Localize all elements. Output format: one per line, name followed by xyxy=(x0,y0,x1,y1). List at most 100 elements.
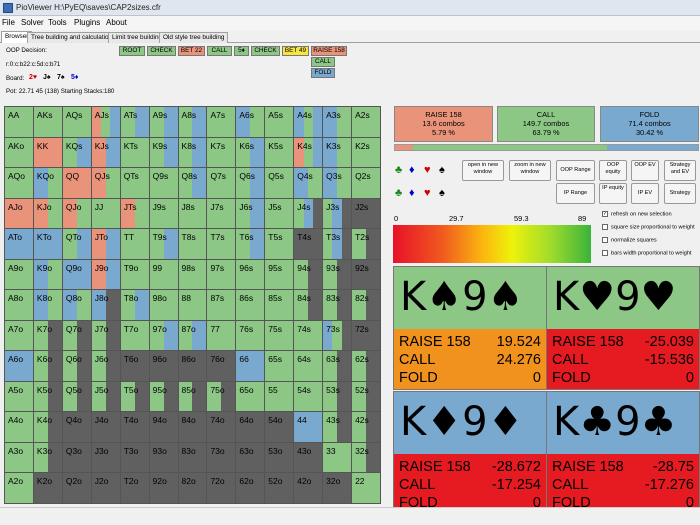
range-cell[interactable]: K4o xyxy=(33,412,62,442)
range-cell[interactable]: Q4o xyxy=(62,412,91,442)
ip-equity-button[interactable]: IP equity xyxy=(599,183,627,204)
range-cell[interactable]: A9s xyxy=(149,107,178,137)
range-cell[interactable]: 42s xyxy=(352,412,380,442)
range-cell[interactable]: 65o xyxy=(236,381,265,412)
range-cell[interactable]: 43o xyxy=(294,442,323,473)
range-cell[interactable]: A6s xyxy=(236,107,265,137)
range-cell[interactable]: 95o xyxy=(149,381,178,412)
range-cell[interactable]: QJo xyxy=(62,198,91,229)
range-cell[interactable]: J5s xyxy=(265,198,294,229)
range-cell[interactable]: JJ xyxy=(91,198,120,229)
range-cell[interactable]: A2s xyxy=(352,107,380,137)
range-cell[interactable]: 33 xyxy=(323,442,352,473)
range-cell[interactable]: Q8s xyxy=(178,168,207,198)
range-cell[interactable]: TT xyxy=(120,229,149,259)
heart-filter-icon[interactable]: ♥ xyxy=(424,164,431,176)
range-cell[interactable]: 99 xyxy=(149,259,178,290)
range-cell[interactable]: A3o xyxy=(5,442,33,473)
range-cell[interactable]: T5s xyxy=(265,229,294,259)
range-cell[interactable]: 98o xyxy=(149,290,178,320)
range-cell[interactable]: 93s xyxy=(323,259,352,290)
range-cell[interactable]: J6s xyxy=(236,198,265,229)
range-cell[interactable]: T2s xyxy=(352,229,380,259)
action-bet-49[interactable]: BET 49 xyxy=(282,46,309,56)
range-cell[interactable]: 96o xyxy=(149,351,178,381)
range-cell[interactable]: A7o xyxy=(5,320,33,351)
range-cell[interactable]: K9o xyxy=(33,259,62,290)
option-bars-width[interactable]: bars width proportional to weight xyxy=(602,250,692,256)
range-cell[interactable]: KJs xyxy=(91,137,120,168)
ip-range-button[interactable]: IP Range xyxy=(556,183,595,204)
combo-kc9c[interactable]: K♣9♣ RAISE 158 -28.75 CALL -17.276 FOLD 0 xyxy=(546,391,700,515)
range-cell[interactable]: Q3s xyxy=(323,168,352,198)
range-cell[interactable]: K3s xyxy=(323,137,352,168)
menu-plugins[interactable]: Plugins xyxy=(74,18,100,27)
range-cell[interactable]: 86s xyxy=(236,290,265,320)
checkbox-square-size[interactable] xyxy=(602,224,608,230)
range-cell[interactable]: T6o xyxy=(120,351,149,381)
range-cell[interactable]: J5o xyxy=(91,381,120,412)
summary-call[interactable]: CALL 149.7 combos 63.79 % xyxy=(497,106,595,142)
menu-tools[interactable]: Tools xyxy=(48,18,67,27)
range-cell[interactable]: 85s xyxy=(265,290,294,320)
range-cell[interactable]: Q5o xyxy=(62,381,91,412)
menu-about[interactable]: About xyxy=(106,18,127,27)
range-cell[interactable]: A7s xyxy=(207,107,236,137)
range-cell[interactable]: K2s xyxy=(352,137,380,168)
range-cell[interactable]: A5o xyxy=(5,381,33,412)
spade-filter-icon[interactable]: ♠ xyxy=(439,164,445,176)
range-cell[interactable]: 64o xyxy=(236,412,265,442)
range-cell[interactable]: K8o xyxy=(33,290,62,320)
range-cell[interactable]: ATo xyxy=(5,229,33,259)
range-cell[interactable]: QTs xyxy=(120,168,149,198)
range-cell[interactable]: 43s xyxy=(323,412,352,442)
range-cell[interactable]: K7o xyxy=(33,320,62,351)
summary-fold[interactable]: FOLD 71.4 combos 30.42 % xyxy=(600,106,699,142)
range-cell[interactable]: 75s xyxy=(265,320,294,351)
combo-kd9d[interactable]: K♦9♦ RAISE 158 -28.672 CALL -17.254 FOLD 0 xyxy=(393,391,547,515)
range-cell[interactable]: 92o xyxy=(149,473,178,503)
menu-solver[interactable]: Solver xyxy=(21,18,44,27)
range-cell[interactable]: 54o xyxy=(265,412,294,442)
action-turn-card[interactable]: 5♦ xyxy=(234,46,249,56)
range-cell[interactable]: T4s xyxy=(294,229,323,259)
range-cell[interactable]: J4s xyxy=(294,198,323,229)
range-cell[interactable]: 22 xyxy=(352,473,380,503)
option-fold[interactable]: FOLD xyxy=(311,68,335,78)
range-cell[interactable]: J8o xyxy=(91,290,120,320)
diamond-filter-icon[interactable]: ♦ xyxy=(409,164,415,176)
range-cell[interactable]: KQs xyxy=(62,137,91,168)
range-cell[interactable]: Q2o xyxy=(62,473,91,503)
range-cell[interactable]: KK xyxy=(33,137,62,168)
range-cell[interactable]: 87s xyxy=(207,290,236,320)
range-cell[interactable]: 97s xyxy=(207,259,236,290)
range-cell[interactable]: 53o xyxy=(265,442,294,473)
club-filter-icon[interactable]: ♣ xyxy=(395,164,402,176)
range-cell[interactable]: 75o xyxy=(207,381,236,412)
range-cell[interactable]: T3o xyxy=(120,442,149,473)
range-cell[interactable]: T9o xyxy=(120,259,149,290)
range-cell[interactable]: J2s xyxy=(352,198,380,229)
checkbox-refresh[interactable]: ✓ xyxy=(602,211,608,217)
action-check-2[interactable]: CHECK xyxy=(251,46,280,56)
range-cell[interactable]: JTs xyxy=(120,198,149,229)
range-cell[interactable]: T8s xyxy=(178,229,207,259)
range-cell[interactable]: J3o xyxy=(91,442,120,473)
action-call[interactable]: CALL xyxy=(207,46,232,56)
range-cell[interactable]: 62s xyxy=(352,351,380,381)
range-cell[interactable]: 84o xyxy=(178,412,207,442)
range-cell[interactable]: K5o xyxy=(33,381,62,412)
range-cell[interactable]: J8s xyxy=(178,198,207,229)
range-cell[interactable]: AJs xyxy=(91,107,120,137)
range-cell[interactable]: 73o xyxy=(207,442,236,473)
range-cell[interactable]: J9o xyxy=(91,259,120,290)
range-cell[interactable]: K3o xyxy=(33,442,62,473)
range-cell[interactable]: A4o xyxy=(5,412,33,442)
ip-ev-button[interactable]: IP EV xyxy=(631,183,659,204)
range-cell[interactable]: 53s xyxy=(323,381,352,412)
range-cell[interactable]: K2o xyxy=(33,473,62,503)
range-cell[interactable]: QTo xyxy=(62,229,91,259)
range-cell[interactable]: 54s xyxy=(294,381,323,412)
range-cell[interactable]: 52o xyxy=(265,473,294,503)
range-cell[interactable]: T3s xyxy=(323,229,352,259)
